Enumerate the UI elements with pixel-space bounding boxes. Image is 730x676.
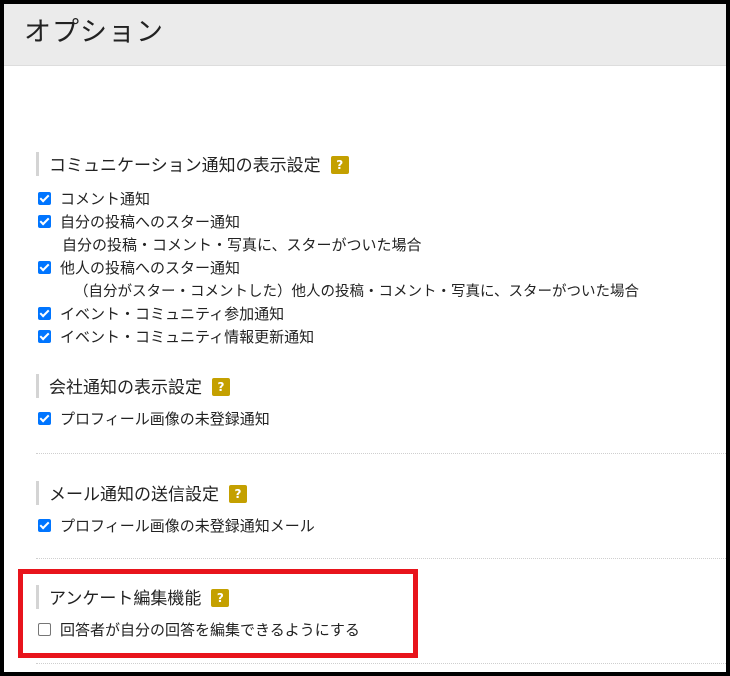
checkbox[interactable] — [38, 261, 51, 274]
option-label: プロフィール画像の未登録通知メール — [60, 517, 315, 535]
checkbox[interactable] — [38, 192, 51, 205]
page-title: オプション — [24, 17, 164, 48]
checkbox[interactable] — [38, 519, 51, 532]
section-bar — [36, 481, 39, 505]
section-title: 会社通知の表示設定 — [49, 378, 202, 398]
section-communication-notifications: コミュニケーション通知の表示設定? コメント通知 自分の投稿へのスター通知 自分… — [36, 151, 726, 349]
option-profile-image-unregistered-notification[interactable]: プロフィール画像の未登録通知 — [36, 408, 726, 431]
page-header: オプション — [4, 4, 726, 66]
section-title: メール通知の送信設定 — [49, 485, 219, 505]
section-divider — [36, 453, 726, 454]
checkbox[interactable] — [38, 307, 51, 320]
option-label: コメント通知 — [60, 190, 151, 208]
option-label: プロフィール画像の未登録通知 — [60, 410, 270, 428]
options-page: オプション コミュニケーション通知の表示設定? コメント通知 自分の投稿へのスタ… — [4, 4, 726, 672]
section-bar — [36, 152, 39, 176]
option-event-community-join-notification[interactable]: イベント・コミュニティ参加通知 — [36, 303, 726, 326]
section-company-notifications: 会社通知の表示設定? プロフィール画像の未登録通知 — [36, 373, 726, 431]
help-icon[interactable]: ? — [229, 485, 247, 503]
checkbox[interactable] — [38, 215, 51, 228]
option-own-post-star-notification[interactable]: 自分の投稿へのスター通知 — [36, 211, 726, 234]
help-icon[interactable]: ? — [330, 156, 349, 174]
section-mail-notifications: メール通知の送信設定? プロフィール画像の未登録通知メール — [36, 480, 726, 538]
help-icon[interactable]: ? — [212, 378, 230, 396]
option-description: （自分がスター・コメントした）他人の投稿・コメント・写真に、スターがついた場合 — [74, 284, 640, 300]
option-label: 他人の投稿へのスター通知 — [60, 259, 241, 277]
section-divider — [36, 558, 726, 559]
option-event-community-update-notification[interactable]: イベント・コミュニティ情報更新通知 — [36, 326, 726, 349]
section-header: 会社通知の表示設定? — [36, 373, 726, 401]
option-description: 自分の投稿・コメント・写真に、スターがついた場合 — [62, 236, 422, 254]
section-header: コミュニケーション通知の表示設定? — [36, 151, 726, 179]
checkbox[interactable] — [38, 330, 51, 343]
option-label: 自分の投稿へのスター通知 — [60, 213, 241, 231]
section-divider — [36, 663, 726, 664]
section-title: コミュニケーション通知の表示設定 — [49, 156, 321, 176]
option-comment-notification[interactable]: コメント通知 — [36, 188, 726, 211]
highlight-box — [18, 569, 418, 658]
option-profile-image-unregistered-mail[interactable]: プロフィール画像の未登録通知メール — [36, 515, 726, 538]
option-label: イベント・コミュニティ情報更新通知 — [60, 328, 315, 346]
section-bar — [36, 374, 39, 398]
option-others-post-star-notification[interactable]: 他人の投稿へのスター通知 — [36, 257, 726, 280]
checkbox[interactable] — [38, 412, 51, 425]
section-header: メール通知の送信設定? — [36, 480, 726, 508]
option-label: イベント・コミュニティ参加通知 — [60, 305, 285, 323]
